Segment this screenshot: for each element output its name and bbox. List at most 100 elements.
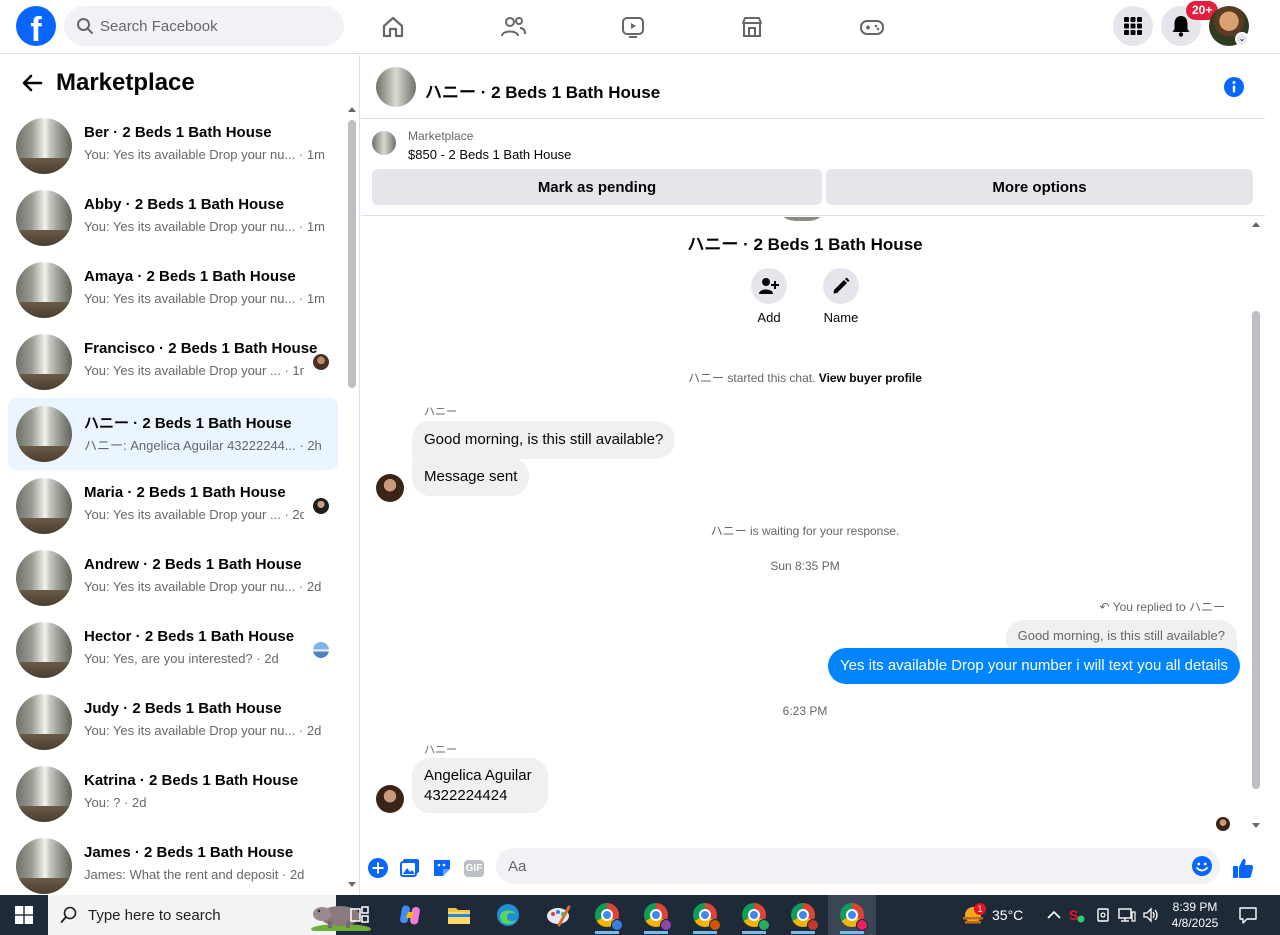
conversation-name: Andrew · 2 Beds 1 Bath House xyxy=(84,556,302,573)
friends-icon[interactable] xyxy=(496,10,530,44)
taskbar-search-text: Type here to search xyxy=(88,907,221,924)
edge-browser-icon[interactable] xyxy=(484,895,532,935)
incoming-message[interactable]: Message sent xyxy=(412,458,530,496)
conversation-item[interactable]: Maria · 2 Beds 1 Bath House You: Yes its… xyxy=(8,470,338,542)
conversation-snippet: You: Yes its available Drop your ... · 1… xyxy=(84,363,304,378)
weather-alert-badge: 1 xyxy=(974,903,986,915)
temperature-label[interactable]: 35°C xyxy=(992,907,1023,923)
task-view-icon[interactable] xyxy=(336,895,384,935)
tablet-mode-icon[interactable] xyxy=(1093,905,1113,925)
info-icon[interactable] xyxy=(1223,76,1245,98)
chrome-profile-2-icon[interactable] xyxy=(632,895,680,935)
sender-avatar[interactable] xyxy=(376,474,404,502)
search-input[interactable] xyxy=(100,6,336,46)
thread-scrollbar[interactable] xyxy=(1252,311,1260,789)
conversation-item[interactable]: Ber · 2 Beds 1 Bath House You: Yes its a… xyxy=(8,110,338,182)
chrome-profile-3-icon[interactable] xyxy=(681,895,729,935)
conversation-list-panel: Marketplace Ber · 2 Beds 1 Bath House Yo… xyxy=(0,55,360,895)
scroll-up-arrow-icon[interactable] xyxy=(348,107,356,112)
conversation-item[interactable]: Francisco · 2 Beds 1 Bath House You: Yes… xyxy=(8,326,338,398)
conversation-item[interactable]: Andrew · 2 Beds 1 Bath House You: Yes it… xyxy=(8,542,338,614)
incoming-message[interactable]: Angelica Aguilar 4322224424 xyxy=(412,758,548,813)
chevron-down-icon[interactable]: ⌄ xyxy=(1235,32,1249,46)
listing-thumbnail xyxy=(16,406,72,462)
conversation-name: James · 2 Beds 1 Bath House xyxy=(84,844,294,861)
plus-circle-icon[interactable] xyxy=(366,856,390,880)
home-icon[interactable] xyxy=(376,10,410,44)
chat-header: ハニー · 2 Beds 1 Bath House xyxy=(361,55,1265,119)
add-action[interactable]: Add xyxy=(739,268,799,325)
file-explorer-icon[interactable] xyxy=(435,895,483,935)
scroll-down-arrow-icon[interactable] xyxy=(348,882,356,887)
emoji-icon[interactable] xyxy=(1192,856,1212,876)
conversation-snippet: You: Yes its available Drop your nu... ·… xyxy=(84,723,322,738)
copilot-icon[interactable] xyxy=(386,895,434,935)
chevron-up-icon[interactable] xyxy=(1044,905,1064,925)
message-input[interactable] xyxy=(508,848,1168,884)
antivirus-icon[interactable]: S xyxy=(1066,905,1086,925)
marketplace-icon[interactable] xyxy=(735,10,769,44)
chrome-profile-5-icon[interactable] xyxy=(779,895,827,935)
grid-icon xyxy=(1124,17,1142,35)
notification-center-icon[interactable] xyxy=(1238,905,1258,925)
chrome-profile-6-icon[interactable] xyxy=(828,895,876,935)
conversation-snippet: ハニー: Angelica Aguilar 43222244... · 2h xyxy=(84,438,322,453)
thumbs-up-icon[interactable] xyxy=(1231,856,1255,880)
chrome-profile-4-icon[interactable] xyxy=(730,895,778,935)
listing-thumbnail xyxy=(16,550,72,606)
network-icon[interactable] xyxy=(1117,905,1137,925)
conversation-item[interactable]: Abby · 2 Beds 1 Bath House You: Yes its … xyxy=(8,182,338,254)
conversation-snippet: James: What the rent and deposit · 2d xyxy=(84,867,305,882)
conversation-list-scrollbar[interactable] xyxy=(348,120,356,388)
listing-thumbnail xyxy=(16,694,72,750)
view-buyer-profile-link[interactable]: View buyer profile xyxy=(819,371,922,385)
conversation-item[interactable]: Amaya · 2 Beds 1 Bath House You: Yes its… xyxy=(8,254,338,326)
gif-icon[interactable]: GIF xyxy=(462,856,486,880)
system-clock[interactable]: 8:39 PM 4/8/2025 xyxy=(1160,899,1230,931)
listing-price-title[interactable]: $850 - 2 Beds 1 Bath House xyxy=(408,147,571,162)
chat-avatar[interactable] xyxy=(376,67,416,107)
mark-as-pending-button[interactable]: Mark as pending xyxy=(372,169,822,205)
taskbar-search-box[interactable]: Type here to search xyxy=(48,895,371,935)
listing-thumbnail[interactable] xyxy=(372,131,396,155)
facebook-logo-icon[interactable]: f xyxy=(16,6,56,46)
conversation-list: Ber · 2 Beds 1 Bath House You: Yes its a… xyxy=(8,110,338,895)
conversation-snippet: You: Yes its available Drop your ... · 2… xyxy=(84,507,304,522)
scroll-down-arrow-icon[interactable] xyxy=(1252,823,1260,828)
gaming-icon[interactable] xyxy=(855,10,889,44)
waiting-notice: ハニー is waiting for your response. xyxy=(710,524,900,538)
outgoing-message[interactable]: Yes its available Drop your number i wil… xyxy=(828,648,1240,684)
photo-icon[interactable] xyxy=(398,856,422,880)
listing-thumbnail xyxy=(16,118,72,174)
more-options-button[interactable]: More options xyxy=(826,169,1253,205)
sticker-icon[interactable] xyxy=(430,856,454,880)
video-icon[interactable] xyxy=(616,10,650,44)
incoming-message[interactable]: Good morning, is this still available? xyxy=(412,421,676,459)
conversation-item[interactable]: Hector · 2 Beds 1 Bath House You: Yes, a… xyxy=(8,614,338,686)
reply-arrow-icon: ↶ xyxy=(1099,600,1110,614)
conversation-name: Abby · 2 Beds 1 Bath House xyxy=(84,196,285,213)
scroll-up-arrow-icon[interactable] xyxy=(1252,222,1260,227)
search-icon xyxy=(60,906,77,923)
search-box[interactable] xyxy=(64,6,344,46)
listing-source-label: Marketplace xyxy=(408,129,474,143)
menu-grid-button[interactable] xyxy=(1113,6,1153,46)
volume-icon[interactable] xyxy=(1141,905,1161,925)
sender-avatar[interactable] xyxy=(376,785,404,813)
paint-app-icon[interactable] xyxy=(534,895,582,935)
seen-avatar xyxy=(313,354,329,370)
chat-title[interactable]: ハニー · 2 Beds 1 Bath House xyxy=(425,78,660,103)
conversation-item[interactable]: Katrina · 2 Beds 1 Bath House You: ? · 2… xyxy=(8,758,338,830)
message-input-box[interactable] xyxy=(496,848,1220,884)
windows-start-button[interactable] xyxy=(0,895,48,935)
page-scrollbar[interactable] xyxy=(1266,55,1280,895)
name-action[interactable]: Name xyxy=(811,268,871,325)
chat-started-notice: ハニー started this chat. View buyer profil… xyxy=(688,371,922,385)
chrome-profile-1-icon[interactable] xyxy=(583,895,631,935)
conversation-snippet: You: Yes its available Drop your nu... ·… xyxy=(84,579,322,594)
conversation-item[interactable]: Judy · 2 Beds 1 Bath House You: Yes its … xyxy=(8,686,338,758)
conversation-name: Katrina · 2 Beds 1 Bath House xyxy=(84,772,299,789)
back-arrow-icon[interactable] xyxy=(20,71,44,95)
conversation-item[interactable]: James · 2 Beds 1 Bath House James: What … xyxy=(8,830,338,895)
conversation-item-active[interactable]: ハニー · 2 Beds 1 Bath House ハニー: Angelica … xyxy=(8,398,338,470)
